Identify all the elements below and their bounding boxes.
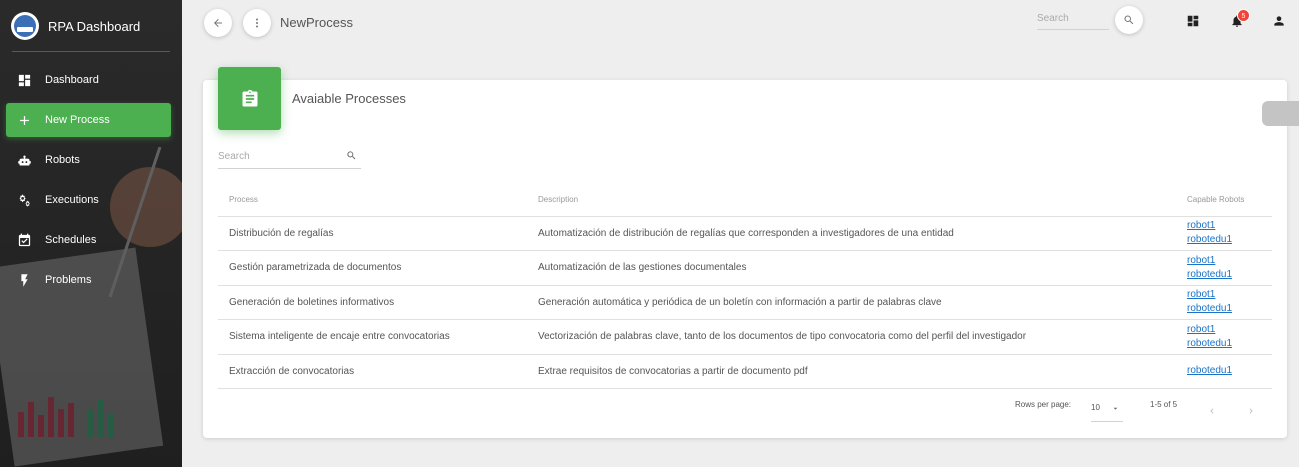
user-menu-button[interactable] (1271, 13, 1287, 29)
sidebar-item-executions[interactable]: Executions (6, 183, 171, 217)
process-cell: Generación de boletines informativos (218, 285, 527, 320)
plus-icon (16, 112, 32, 128)
sidebar-item-schedules[interactable]: Schedules (6, 223, 171, 257)
sidebar-item-problems[interactable]: Problems (6, 263, 171, 297)
robots-cell: robot1 robotedu1 (1187, 285, 1272, 320)
card-title: Avaiable Processes (292, 91, 406, 106)
description-cell: Automatización de distribución de regalí… (527, 216, 1187, 251)
card-header-icon (218, 67, 281, 130)
chevron-right-icon (1249, 408, 1253, 414)
robot-link[interactable]: robot1 (1187, 323, 1272, 337)
top-search-button[interactable] (1115, 6, 1143, 34)
gears-icon (16, 192, 32, 208)
search-icon (1124, 15, 1134, 25)
sidebar-item-dashboard[interactable]: Dashboard (6, 63, 171, 97)
lightning-icon (16, 272, 32, 288)
table-row[interactable]: Sistema inteligente de encaje entre conv… (218, 319, 1272, 355)
robot-icon (16, 152, 32, 168)
process-cell: Extracción de convocatorias (218, 354, 527, 389)
page-title: NewProcess (280, 15, 353, 30)
robots-cell: robot1 robotedu1 (1187, 319, 1272, 355)
next-page-button[interactable] (1246, 403, 1258, 415)
table-search-placeholder: Search (218, 151, 250, 162)
robot-link[interactable]: robot1 (1187, 288, 1272, 302)
rows-per-page-select[interactable]: 10 (1091, 403, 1123, 422)
topbar: NewProcess Search 5 (182, 0, 1299, 44)
table-header-row: Process Description Capable Robots (218, 183, 1272, 217)
description-cell: Automatización de las gestiones document… (527, 250, 1187, 286)
sidebar-item-label: Problems (45, 274, 92, 286)
sidebar: RPA Dashboard Dashboard New Process Robo… (0, 0, 182, 467)
table-row[interactable]: Generación de boletines informativos Gene… (218, 285, 1272, 320)
clipboard-icon (242, 89, 257, 106)
table-row[interactable]: Gestión parametrizada de documentos Autom… (218, 250, 1272, 286)
table-row[interactable]: Distribución de regalías Automatización d… (218, 216, 1272, 251)
person-icon (1274, 16, 1284, 26)
process-cell: Distribución de regalías (218, 216, 527, 251)
sidebar-item-new-process[interactable]: New Process (6, 103, 171, 137)
robots-cell: robotedu1 (1187, 354, 1272, 389)
more-options-button[interactable] (243, 9, 271, 37)
process-cell: Gestión parametrizada de documentos (218, 250, 527, 286)
robot-link[interactable]: robotedu1 (1187, 364, 1272, 378)
rows-per-page-value: 10 (1091, 403, 1100, 412)
sidebar-item-robots[interactable]: Robots (6, 143, 171, 177)
calendar-check-icon (16, 232, 32, 248)
robot-link[interactable]: robotedu1 (1187, 302, 1272, 316)
pagination-range: 1-5 of 5 (1150, 400, 1178, 409)
previous-page-button[interactable] (1207, 403, 1219, 415)
back-button[interactable] (204, 9, 232, 37)
more-vert-icon (256, 18, 258, 28)
table-row[interactable]: Extracción de convocatorias Extrae requis… (218, 354, 1272, 389)
description-cell: Vectorización de palabras clave, tanto d… (527, 319, 1187, 355)
robots-cell: robot1 robotedu1 (1187, 250, 1272, 286)
dashboard-icon (1187, 15, 1199, 27)
process-cell: Sistema inteligente de encaje entre conv… (218, 319, 527, 355)
rows-per-page-label: Rows per page: (1015, 400, 1072, 409)
processes-table: Process Description Capable Robots Distr… (218, 183, 1272, 389)
dashboard-button[interactable] (1185, 13, 1201, 29)
sidebar-item-label: Dashboard (45, 74, 99, 86)
brand-title: RPA Dashboard (48, 18, 141, 34)
robot-link[interactable]: robotedu1 (1187, 268, 1272, 282)
column-header-robots[interactable]: Capable Robots (1187, 183, 1272, 217)
column-header-description[interactable]: Description (527, 183, 1187, 217)
arrow-left-icon (214, 19, 222, 27)
robots-cell: robot1 robotedu1 (1187, 216, 1272, 251)
notification-count-badge: 5 (1237, 9, 1250, 22)
table-search-input[interactable]: Search (218, 148, 361, 169)
top-search-input[interactable]: Search (1037, 10, 1109, 30)
sidebar-item-label: Robots (45, 154, 80, 166)
robot-link[interactable]: robotedu1 (1187, 233, 1272, 247)
brand-logo (11, 12, 39, 40)
search-icon (347, 151, 356, 160)
sidebar-item-label: Executions (45, 194, 99, 206)
dropdown-arrow-icon (1113, 407, 1118, 410)
settings-side-tab[interactable] (1262, 101, 1299, 126)
description-cell: Extrae requisitos de convocatorias a par… (527, 354, 1187, 389)
robot-link[interactable]: robot1 (1187, 254, 1272, 268)
description-cell: Generación automática y periódica de un … (527, 285, 1187, 320)
dashboard-icon (16, 72, 32, 88)
chevron-left-icon (1210, 408, 1214, 414)
robot-link[interactable]: robot1 (1187, 219, 1272, 233)
robot-link[interactable]: robotedu1 (1187, 337, 1272, 351)
sidebar-nav: Dashboard New Process Robots Executions … (0, 63, 182, 303)
divider (12, 51, 170, 52)
sidebar-item-label: New Process (45, 114, 110, 126)
sidebar-item-label: Schedules (45, 234, 97, 246)
column-header-process[interactable]: Process (218, 183, 527, 217)
brand[interactable]: RPA Dashboard (0, 0, 182, 52)
